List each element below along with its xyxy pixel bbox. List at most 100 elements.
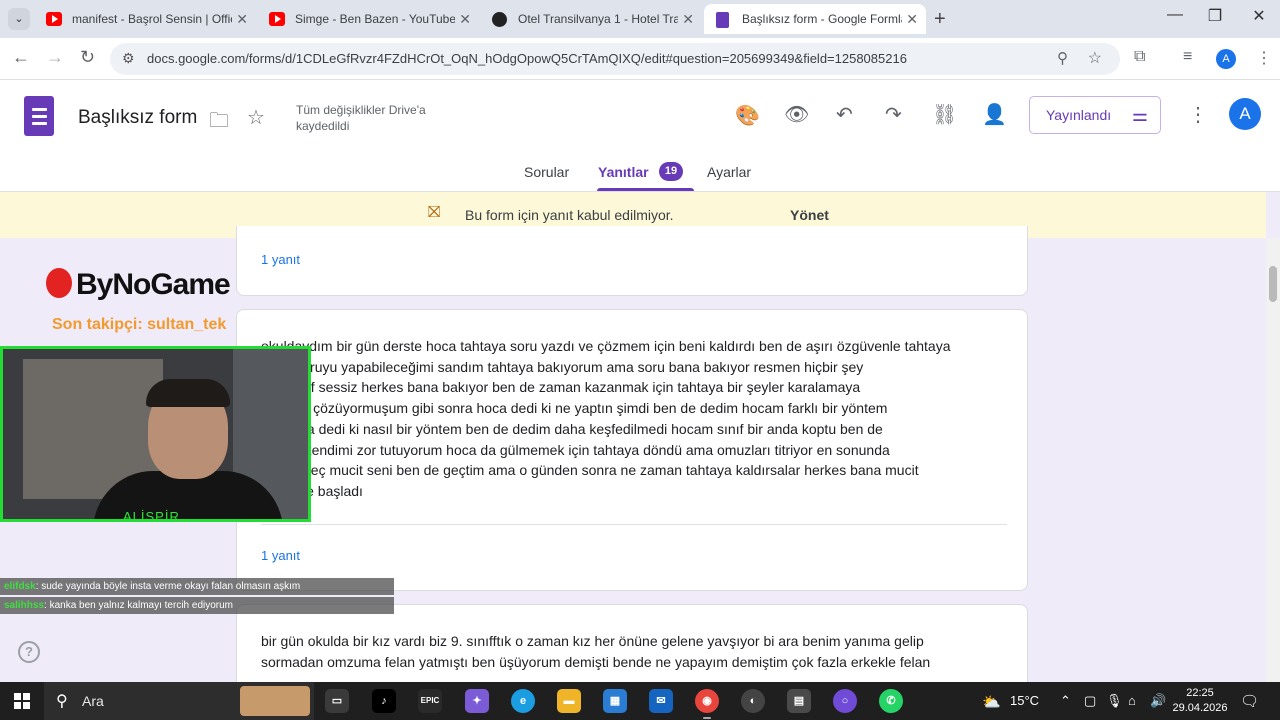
microphone-icon[interactable]: 🎙	[1106, 693, 1123, 709]
restore-icon[interactable]: ❐	[1200, 6, 1230, 26]
youtube-icon	[46, 12, 62, 26]
outlook-icon[interactable]: ✉	[649, 689, 673, 713]
clock-date: 29.04.2026	[1172, 702, 1228, 714]
weather-icon[interactable]: ⛅	[982, 693, 1001, 711]
edge-icon[interactable]: e	[511, 689, 535, 713]
close-tab-icon[interactable]: ✕	[459, 4, 471, 34]
close-tab-icon[interactable]: ✕	[906, 4, 918, 34]
response-line: dım sınıf sessiz herkes bana bakıyor ben…	[261, 379, 861, 396]
task-view-icon[interactable]: ▭	[325, 689, 349, 713]
tab-title: Otel Transilvanya 1 - Hotel Tran	[518, 12, 678, 26]
response-text: bir gün okulda bir kız vardı biz 9. sını…	[261, 631, 1007, 672]
browser-tab-2[interactable]: Simge - Ben Bazen - YouTube ✕	[257, 4, 479, 34]
whatsapp-icon[interactable]: ✆	[879, 689, 903, 713]
notifications-icon[interactable]: 🗨	[1240, 692, 1259, 710]
forward-icon[interactable]: →	[46, 47, 64, 68]
app-circle-icon[interactable]: ○	[833, 689, 857, 713]
manage-button[interactable]: Yönet	[790, 207, 829, 223]
file-explorer-icon[interactable]: ▬	[557, 689, 581, 713]
chrome-icon[interactable]: ◉	[695, 689, 719, 719]
extensions-icon[interactable]: ⧉	[1134, 48, 1145, 66]
response-line: um hoca dedi ki nasıl bir yöntem ben de …	[261, 420, 883, 437]
preview-eye-icon[interactable]: 👁	[784, 102, 809, 127]
chat-message: elifdsk: sude yayında böyle insta verme …	[0, 578, 394, 595]
page-scrollbar[interactable]	[1266, 238, 1280, 682]
streamer-hair	[146, 379, 230, 407]
published-button[interactable]: Yayınlandı ⚌	[1029, 96, 1161, 134]
webcam-overlay: ALİSPİR	[0, 346, 311, 522]
response-card: 1 yanıt	[236, 226, 1028, 296]
volume-icon[interactable]: 🔊	[1150, 693, 1166, 709]
tray-overflow-icon[interactable]: ⌃	[1060, 693, 1071, 709]
reload-icon[interactable]: ↻	[80, 47, 95, 68]
omnibox[interactable]: ⚙ docs.google.com/forms/d/1CDLeGfRvzr4FZ…	[110, 43, 1120, 75]
zoom-icon[interactable]: ⚲	[1057, 49, 1068, 67]
browser-tab-3[interactable]: Otel Transilvanya 1 - Hotel Tran ✕	[480, 4, 702, 34]
more-options-icon[interactable]: ⋮	[1188, 102, 1208, 127]
browser-tab-1[interactable]: manifest - Başrol Sensin | Offici ✕	[34, 4, 256, 34]
response-line: m sanki çözüyormuşum gibi sonra hoca ded…	[261, 400, 888, 417]
new-tab-icon[interactable]: +	[934, 8, 946, 31]
search-icon: ⚲	[56, 693, 68, 710]
active-tab-indicator	[597, 188, 694, 191]
response-line: okulda̲ydım bir gün derste hoca tahtaya …	[261, 338, 951, 354]
close-tab-icon[interactable]: ✕	[236, 4, 248, 34]
microsoft-store-icon[interactable]: ▦	[603, 689, 627, 713]
screen: ⌄ manifest - Başrol Sensin | Offici ✕ Si…	[0, 0, 1280, 720]
copilot-icon[interactable]: ✦	[465, 689, 489, 713]
taskbar-search[interactable]: ⚲ Ara	[44, 682, 314, 720]
calculator-icon[interactable]: ▤	[787, 689, 811, 713]
response-text: okulda̲ydım bir gün derste hoca tahtaya …	[261, 336, 1007, 502]
customize-theme-icon[interactable]: 🎨	[735, 103, 760, 128]
tiktok-icon[interactable]: ♪	[372, 689, 396, 713]
close-window-icon[interactable]: ✕	[1244, 6, 1274, 26]
weather-temp[interactable]: 15°C	[1010, 693, 1039, 708]
reply-count: 1 yanıt	[261, 548, 301, 563]
undo-icon[interactable]: ↶	[836, 102, 853, 127]
account-avatar[interactable]: A	[1229, 98, 1261, 130]
sponsor-logo: ByNoGame	[46, 268, 231, 302]
tray-app-icon[interactable]: ▢	[1084, 693, 1096, 709]
browser-menu-icon[interactable]: ⋮	[1256, 48, 1272, 68]
response-line: lenmeye başladı	[261, 482, 363, 499]
forms-header: Başlıksız form 🗀 ☆ Tüm değişiklikler Dri…	[0, 80, 1280, 192]
move-to-folder-icon[interactable]: 🗀	[209, 106, 229, 140]
taskbar-clock[interactable]: 22:25 29.04.2026	[1168, 686, 1232, 716]
copy-link-icon[interactable]: ⛓	[932, 102, 957, 127]
star-icon[interactable]: ☆	[247, 105, 265, 130]
obs-icon[interactable]: ◐	[741, 689, 765, 713]
media-control-icon[interactable]: ≡	[1183, 48, 1192, 66]
streamer-name: ALİSPİR	[123, 509, 180, 522]
close-tab-icon[interactable]: ✕	[682, 4, 694, 34]
network-icon[interactable]: ⌂	[1128, 693, 1136, 708]
browser-tab-4-active[interactable]: Başlıksız form - Google Formlar ✕	[704, 4, 926, 34]
profile-avatar[interactable]: A	[1216, 49, 1236, 69]
tab-questions[interactable]: Sorular	[524, 164, 569, 180]
tab-settings[interactable]: Ayarlar	[707, 164, 751, 180]
banner-text: Bu form için yanıt kabul edilmiyor.	[465, 207, 674, 223]
response-line: bir gün okulda bir kız vardı biz 9. sını…	[261, 633, 924, 649]
chat-username: elifdsk	[4, 581, 36, 592]
minimize-icon[interactable]: —	[1160, 6, 1190, 24]
epic-games-icon[interactable]: EPIC	[418, 689, 442, 713]
response-line: ünkü soruyu yapabileceğimi sandım tahtay…	[261, 358, 864, 375]
site-info-icon[interactable]: ⚙	[122, 50, 135, 67]
chat-text: : sude yayında böyle insta verme okayı f…	[35, 581, 301, 592]
back-icon[interactable]: ←	[12, 47, 30, 68]
add-collaborator-icon[interactable]: 👤	[982, 102, 1007, 127]
divider	[261, 524, 1007, 525]
google-forms-logo-icon[interactable]	[24, 96, 54, 136]
responses-off-icon: ⛝	[428, 204, 441, 221]
redo-icon[interactable]: ↷	[885, 102, 902, 127]
help-icon[interactable]: ?	[18, 641, 40, 663]
address-bar-row: ← → ↻ ⚙ docs.google.com/forms/d/1CDLeGfR…	[0, 38, 1280, 80]
tab-search-icon[interactable]: ⌄	[8, 8, 30, 30]
windows-start-icon[interactable]	[14, 693, 30, 709]
scrollbar-thumb[interactable]	[1269, 266, 1277, 302]
url-text[interactable]: docs.google.com/forms/d/1CDLeGfRvzr4FZdH…	[147, 51, 907, 66]
bookmark-star-icon[interactable]: ☆	[1088, 48, 1102, 68]
chat-username: salihhss	[4, 600, 45, 611]
tab-responses[interactable]: Yanıtlar	[598, 164, 649, 180]
form-title[interactable]: Başlıksız form	[78, 107, 197, 129]
youtube-icon	[269, 12, 285, 26]
